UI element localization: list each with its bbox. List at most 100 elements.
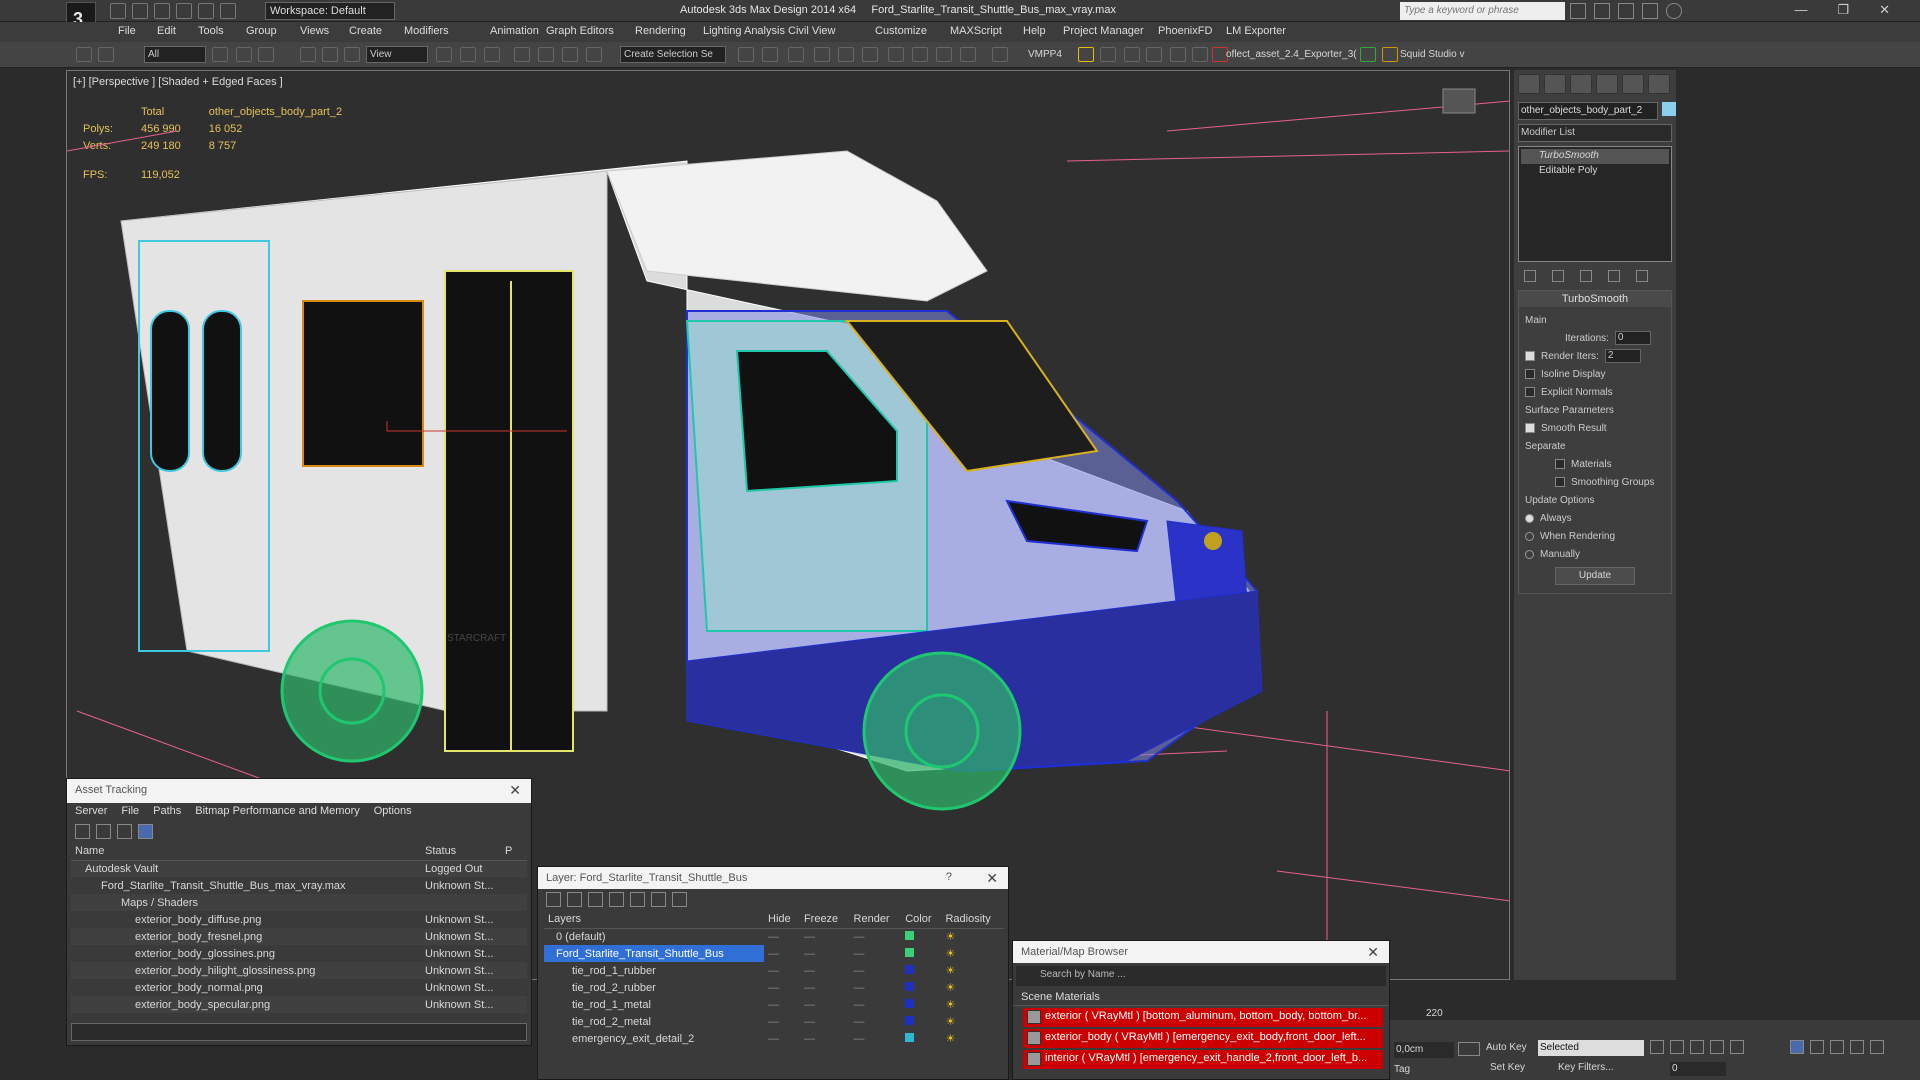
layer-col-header[interactable]: Radiosity [941, 911, 1004, 929]
menu-item[interactable]: Edit [157, 25, 176, 37]
layer-row[interactable]: tie_rod_1_metal — — — ☀ [544, 996, 1004, 1013]
pivot-icon[interactable] [436, 47, 452, 62]
table-row[interactable]: exterior_body_fresnel.png Unknown St... [71, 928, 527, 945]
freeze-all-icon[interactable] [672, 892, 687, 907]
table-row[interactable]: exterior_body_hilight_glossiness.png Unkn… [71, 962, 527, 979]
reference-coord-dropdown[interactable]: View [366, 46, 428, 63]
radiosity-icon[interactable]: ☀ [941, 979, 1004, 996]
layer-col-header[interactable]: Hide [764, 911, 800, 929]
object-name-field[interactable]: other_objects_body_part_2 [1518, 102, 1658, 120]
graphite-ribbon-icon[interactable] [814, 47, 830, 62]
menu-item[interactable]: PhoenixFD [1158, 25, 1212, 37]
select-link-icon[interactable] [76, 47, 92, 62]
selection-filter-dropdown[interactable]: All [144, 46, 206, 63]
materials-checkbox[interactable] [1555, 459, 1565, 469]
thumbnail-view-icon[interactable] [117, 824, 132, 839]
transform-gizmo-icon[interactable] [1146, 47, 1162, 62]
layer-freeze-toggle[interactable]: — [800, 996, 850, 1013]
close-icon[interactable]: ✕ [986, 870, 998, 887]
help-button[interactable]: ? [946, 871, 952, 883]
exporter-label[interactable]: oflect_asset_2.4_Exporter_3( [1226, 49, 1357, 60]
render-setup-icon[interactable] [912, 47, 928, 62]
select-manipulate-icon[interactable] [460, 47, 476, 62]
help-icon[interactable] [1666, 3, 1682, 19]
menu-item[interactable]: Project Manager [1063, 25, 1144, 37]
pan-icon[interactable] [1850, 1040, 1864, 1054]
stack-item-editable-poly[interactable]: Editable Poly [1521, 164, 1669, 179]
go-to-start-icon[interactable] [1650, 1040, 1664, 1054]
subscription-icon[interactable] [1618, 3, 1634, 19]
angle-snap-icon[interactable] [538, 47, 554, 62]
stack-item-turbosmooth[interactable]: TurboSmooth [1521, 149, 1669, 164]
menu-item[interactable]: Customize [875, 25, 927, 37]
layer-freeze-toggle[interactable]: — [800, 979, 850, 996]
undo-icon[interactable] [176, 3, 192, 19]
layer-hide-toggle[interactable]: — [764, 996, 800, 1013]
layer-col-header[interactable]: Freeze [799, 911, 850, 929]
binoculars-icon[interactable] [1570, 3, 1586, 19]
layer-manager-icon[interactable] [788, 47, 804, 62]
show-end-result-icon[interactable] [1552, 270, 1564, 282]
warning-icon[interactable] [1078, 47, 1094, 62]
spinner-snap-icon[interactable] [586, 47, 602, 62]
pin-stack-icon[interactable] [1524, 270, 1536, 282]
menu-item[interactable]: Graph Editors [546, 25, 614, 37]
col-name[interactable]: Name [71, 843, 421, 861]
menu-item[interactable]: Animation [490, 25, 539, 37]
utilities-tab-icon[interactable] [1648, 74, 1670, 94]
radiosity-icon[interactable]: ☀ [941, 996, 1004, 1013]
redo-icon[interactable] [198, 3, 214, 19]
scale-icon[interactable] [344, 47, 360, 62]
coord-field[interactable]: 0,0cm [1394, 1042, 1454, 1058]
asset-menu-item[interactable]: Server [75, 805, 107, 819]
motion-tab-icon[interactable] [1596, 74, 1618, 94]
minimize-icon[interactable]: — [1794, 2, 1807, 18]
viewcube[interactable] [1442, 88, 1476, 114]
play-icon[interactable] [1690, 1040, 1704, 1054]
material-item[interactable]: interior ( VRayMtl ) [emergency_exit_han… [1023, 1050, 1383, 1069]
menu-item[interactable]: Help [1023, 25, 1046, 37]
hide-all-icon[interactable] [651, 892, 666, 907]
highlight-layer-icon[interactable] [630, 892, 645, 907]
render-icon[interactable] [960, 47, 976, 62]
keyboard-shortcut-icon[interactable] [484, 47, 500, 62]
asset-menu-item[interactable]: Paths [153, 805, 181, 819]
add-tag-label[interactable]: Tag [1394, 1064, 1410, 1075]
zoom-extents-icon[interactable] [1830, 1040, 1844, 1054]
rotate-icon[interactable] [322, 47, 338, 62]
close-icon[interactable]: ✕ [509, 782, 521, 799]
hierarchy-tab-icon[interactable] [1570, 74, 1592, 94]
unlink-icon[interactable] [98, 47, 114, 62]
scene-materials-group[interactable]: Scene Materials [1013, 989, 1389, 1006]
layer-render-toggle[interactable]: — [850, 996, 902, 1013]
layer-hide-toggle[interactable]: — [764, 945, 800, 962]
manually-radio[interactable] [1525, 549, 1534, 559]
close-icon[interactable]: ✕ [1879, 2, 1890, 18]
menu-item[interactable]: Lighting Analysis [703, 25, 785, 37]
layer-col-header[interactable]: Color [901, 911, 942, 929]
create-tab-icon[interactable] [1518, 74, 1540, 94]
table-row[interactable]: exterior_body_glossines.png Unknown St... [71, 945, 527, 962]
make-unique-icon[interactable] [1580, 270, 1592, 282]
menu-item[interactable]: Tools [198, 25, 224, 37]
selection-region-icon[interactable] [258, 47, 274, 62]
menu-item[interactable]: Create [349, 25, 382, 37]
viewport-icon[interactable] [1170, 47, 1186, 62]
radiosity-icon[interactable]: ☀ [941, 928, 1004, 945]
align-icon[interactable] [762, 47, 778, 62]
zoom-icon[interactable] [1790, 1040, 1804, 1054]
layer-color-swatch[interactable] [901, 979, 941, 996]
render-iters-checkbox[interactable] [1525, 351, 1535, 361]
modify-tab-icon[interactable] [1544, 74, 1566, 94]
image-icon[interactable] [1100, 47, 1116, 62]
project-folder-icon[interactable] [220, 3, 236, 19]
previous-frame-icon[interactable] [1670, 1040, 1684, 1054]
radiosity-icon[interactable]: ☀ [941, 962, 1004, 979]
refresh-icon[interactable] [75, 824, 90, 839]
layer-row[interactable]: emergency_exit_detail_2— — — ☀ [544, 1030, 1004, 1047]
layer-color-swatch[interactable] [901, 1030, 941, 1047]
material-item[interactable]: exterior ( VRayMtl ) [bottom_aluminum, b… [1023, 1008, 1383, 1027]
layer-row[interactable]: tie_rod_2_rubber — — — ☀ [544, 979, 1004, 996]
layer-hide-toggle[interactable]: — [764, 979, 800, 996]
asset-menu-item[interactable]: File [121, 805, 139, 819]
